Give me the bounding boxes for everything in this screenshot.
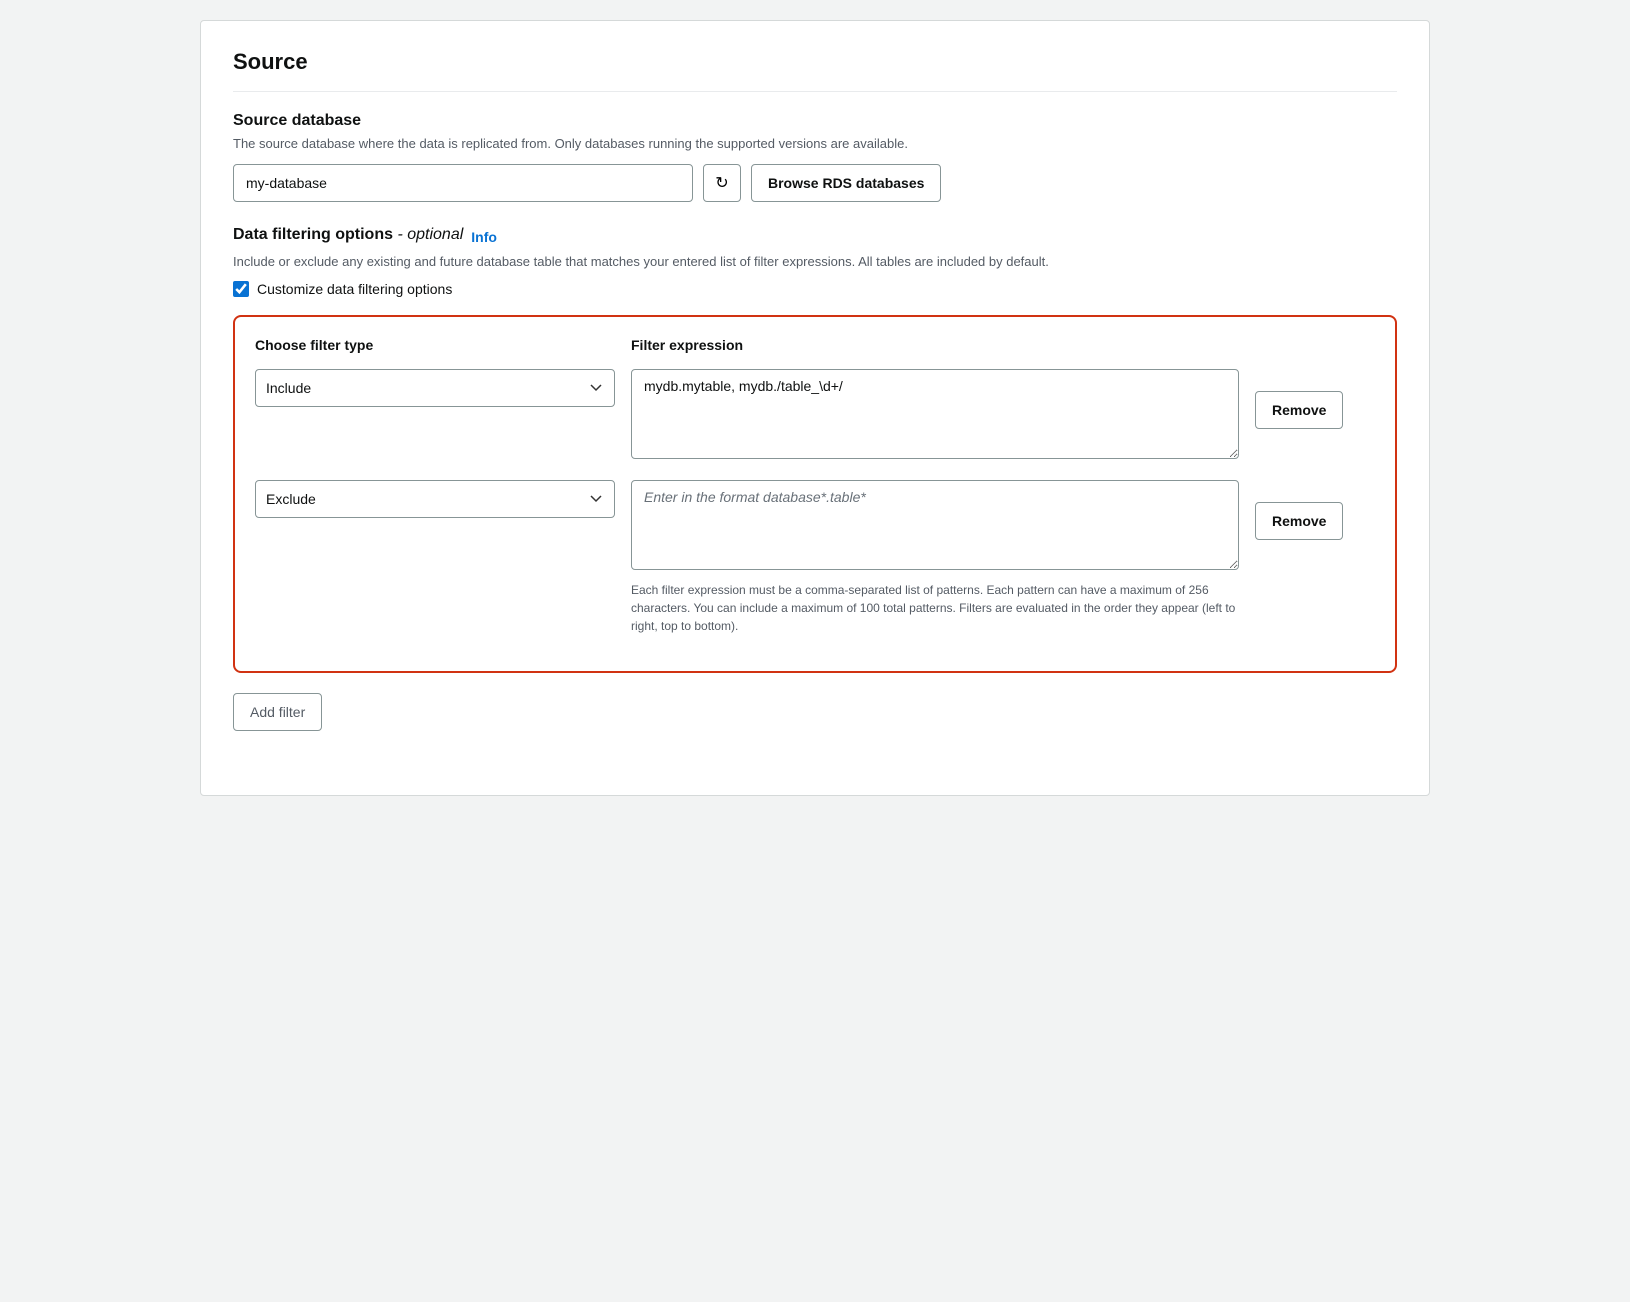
filter-remove-col-2: Remove	[1255, 480, 1375, 540]
filtering-label-row: Data filtering options - optional Info	[233, 226, 1397, 248]
filter-expression-col-header: Filter expression	[631, 337, 1239, 353]
filter-expression-textarea-1[interactable]: mydb.mytable, mydb./table_\d+/	[631, 369, 1239, 459]
filter-type-select-wrapper-1: Include Exclude	[255, 369, 615, 407]
source-database-input-row: ↻ Browse RDS databases	[233, 164, 1397, 202]
source-panel: Source Source database The source databa…	[200, 20, 1430, 796]
filter-type-select-2[interactable]: Include Exclude	[255, 480, 615, 518]
filter-type-col-header: Choose filter type	[255, 337, 615, 353]
filter-row: Include Exclude mydb.mytable, mydb./tabl…	[255, 369, 1375, 464]
data-filtering-section: Data filtering options - optional Info I…	[233, 226, 1397, 732]
filter-type-select-1[interactable]: Include Exclude	[255, 369, 615, 407]
source-database-input[interactable]	[233, 164, 693, 202]
customize-filtering-label[interactable]: Customize data filtering options	[257, 281, 452, 297]
info-link[interactable]: Info	[471, 229, 497, 245]
browse-rds-button[interactable]: Browse RDS databases	[751, 164, 941, 202]
filtering-description: Include or exclude any existing and futu…	[233, 252, 1397, 272]
refresh-icon: ↻	[715, 173, 728, 193]
filtering-label: Data filtering options - optional	[233, 226, 463, 244]
page-title: Source	[233, 49, 1397, 92]
filter-expression-col-1: mydb.mytable, mydb./table_\d+/	[631, 369, 1239, 464]
filter-headers: Choose filter type Filter expression	[255, 337, 1375, 361]
filter-help-text: Each filter expression must be a comma-s…	[631, 581, 1239, 635]
customize-filtering-row: Customize data filtering options	[233, 281, 1397, 297]
filter-expression-textarea-2[interactable]	[631, 480, 1239, 570]
source-database-description: The source database where the data is re…	[233, 134, 1397, 154]
filter-box: Choose filter type Filter expression Inc…	[233, 315, 1397, 673]
filter-expression-col-2: Each filter expression must be a comma-s…	[631, 480, 1239, 635]
filter-remove-col-1: Remove	[1255, 369, 1375, 429]
remove-filter-button-1[interactable]: Remove	[1255, 391, 1343, 429]
source-database-label: Source database	[233, 112, 1397, 130]
refresh-button[interactable]: ↻	[703, 164, 741, 202]
filter-row-2: Include Exclude Each filter expression m…	[255, 480, 1375, 635]
add-filter-button[interactable]: Add filter	[233, 693, 322, 731]
filter-type-select-wrapper-2: Include Exclude	[255, 480, 615, 518]
source-database-section: Source database The source database wher…	[233, 112, 1397, 202]
customize-filtering-checkbox[interactable]	[233, 281, 249, 297]
remove-filter-button-2[interactable]: Remove	[1255, 502, 1343, 540]
